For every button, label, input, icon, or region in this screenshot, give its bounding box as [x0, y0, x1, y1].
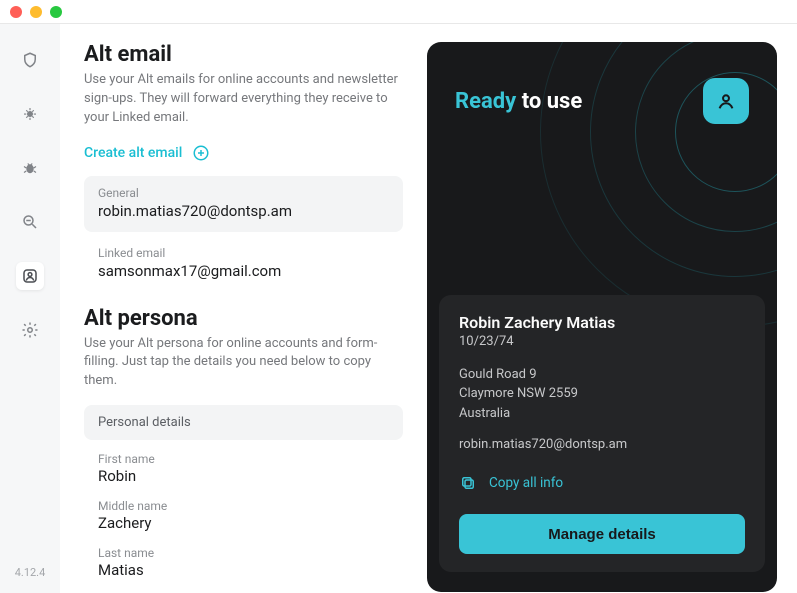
user-icon	[715, 90, 737, 112]
sidebar-item-shield[interactable]	[16, 46, 44, 74]
address-line-2: Claymore NSW 2559	[459, 384, 745, 404]
sidebar-item-bug[interactable]	[16, 154, 44, 182]
alt-email-general-card[interactable]: General robin.matias720@dontsp.am	[84, 176, 403, 232]
close-window-button[interactable]	[10, 6, 22, 18]
sidebar-item-settings[interactable]	[16, 316, 44, 344]
general-email-value: robin.matias720@dontsp.am	[98, 202, 389, 220]
persona-dob: 10/23/74	[459, 334, 745, 349]
alt-persona-desc: Use your Alt persona for online accounts…	[84, 335, 403, 392]
maximize-window-button[interactable]	[50, 6, 62, 18]
ready-heading: Ready to use	[455, 89, 582, 114]
sidebar: 4.12.4	[0, 24, 60, 593]
first-name-row[interactable]: First name Robin	[84, 446, 403, 493]
middle-name-value: Zachery	[98, 514, 389, 532]
persona-full-name: Robin Zachery Matias	[459, 313, 745, 332]
persona-preview-panel: Ready to use Robin Zachery Matias 10/23/…	[427, 42, 777, 592]
first-name-label: First name	[98, 452, 389, 466]
linked-email-label: Linked email	[98, 246, 389, 260]
sidebar-item-threat[interactable]	[16, 100, 44, 128]
gear-icon	[21, 321, 39, 339]
general-label: General	[98, 186, 389, 200]
copy-all-info-button[interactable]: Copy all info	[459, 474, 563, 492]
address-line-1: Gould Road 9	[459, 365, 745, 385]
middle-name-row[interactable]: Middle name Zachery	[84, 493, 403, 540]
minimize-window-button[interactable]	[30, 6, 42, 18]
plus-circle-icon	[192, 144, 210, 162]
window-titlebar	[0, 0, 797, 24]
first-name-value: Robin	[98, 467, 389, 485]
gender-row[interactable]: Gender male	[84, 587, 403, 593]
ready-prefix: Ready	[455, 89, 516, 114]
linked-email-value: samsonmax17@gmail.com	[98, 262, 389, 280]
middle-name-label: Middle name	[98, 499, 389, 513]
bug-icon	[21, 159, 39, 177]
create-alt-email-button[interactable]: Create alt email	[84, 144, 210, 162]
main-content: Alt email Use your Alt emails for online…	[84, 42, 403, 593]
ready-suffix: to use	[522, 89, 583, 114]
avatar-badge	[703, 78, 749, 124]
last-name-value: Matias	[98, 561, 389, 579]
bug-crosshair-icon	[21, 105, 39, 123]
persona-info-card: Robin Zachery Matias 10/23/74 Gould Road…	[439, 295, 765, 573]
copy-icon	[459, 474, 477, 492]
persona-icon	[21, 267, 39, 285]
personal-details-header: Personal details	[84, 405, 403, 440]
last-name-label: Last name	[98, 546, 389, 560]
linked-email-card[interactable]: Linked email samsonmax17@gmail.com	[84, 242, 403, 292]
persona-email: robin.matias720@dontsp.am	[459, 437, 745, 452]
alt-email-title: Alt email	[84, 42, 403, 67]
alt-persona-title: Alt persona	[84, 306, 403, 331]
copy-all-info-label: Copy all info	[489, 475, 563, 491]
app-version: 4.12.4	[15, 566, 46, 579]
persona-address: Gould Road 9 Claymore NSW 2559 Australia	[459, 365, 745, 424]
alt-email-desc: Use your Alt emails for online accounts …	[84, 71, 403, 128]
shield-icon	[21, 51, 39, 69]
create-alt-email-label: Create alt email	[84, 145, 182, 161]
last-name-row[interactable]: Last name Matias	[84, 540, 403, 587]
address-line-3: Australia	[459, 404, 745, 424]
sidebar-item-search[interactable]	[16, 208, 44, 236]
zoom-out-icon	[21, 213, 39, 231]
manage-details-button[interactable]: Manage details	[459, 514, 745, 554]
sidebar-item-persona[interactable]	[16, 262, 44, 290]
